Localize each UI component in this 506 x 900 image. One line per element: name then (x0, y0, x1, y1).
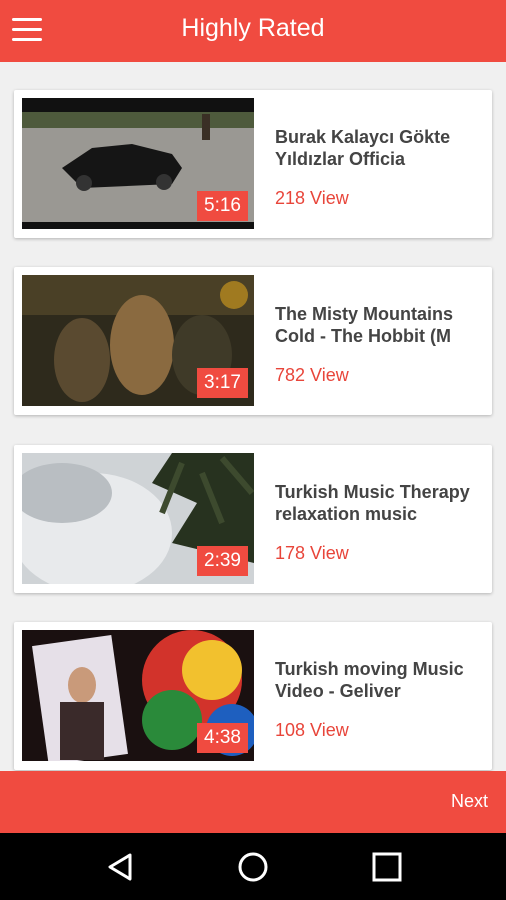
video-card[interactable]: 5:16 Burak Kalaycı Gökte Yıldızlar Offic… (14, 90, 492, 238)
duration-badge: 2:39 (197, 546, 248, 576)
home-circle-icon[interactable] (237, 851, 269, 883)
video-thumbnail[interactable]: 2:39 (22, 453, 254, 584)
video-title-line-2: Cold - The Hobbit (M (275, 326, 451, 346)
system-nav-bar (0, 833, 506, 900)
video-title-line-2: relaxation music (275, 504, 418, 524)
video-list[interactable]: 5:16 Burak Kalaycı Gökte Yıldızlar Offic… (0, 62, 506, 772)
duration-badge: 4:38 (197, 723, 248, 753)
next-button[interactable]: Next (451, 791, 488, 812)
video-title-line-1: The Misty Mountains (275, 304, 454, 324)
view-count: 218 View (275, 188, 349, 208)
recents-square-icon[interactable] (371, 851, 403, 883)
video-card[interactable]: 4:38 Turkish moving Music Video - Gelive… (14, 622, 492, 770)
video-title: Turkish Music Therapy relaxation music (275, 481, 487, 525)
view-count: 178 View (275, 543, 349, 563)
video-title-line-1: Burak Kalaycı Gökte (275, 127, 451, 147)
duration-badge: 5:16 (197, 191, 248, 221)
app-bar: Highly Rated (0, 0, 506, 62)
bottom-bar: Next (0, 771, 506, 833)
video-thumbnail[interactable]: 4:38 (22, 630, 254, 761)
back-triangle-icon[interactable] (104, 851, 136, 883)
video-title-line-2: Yıldızlar Officia (275, 149, 406, 169)
video-thumbnail[interactable]: 5:16 (22, 98, 254, 229)
view-count: 782 View (275, 365, 349, 385)
video-card[interactable]: 3:17 The Misty Mountains Cold - The Hobb… (14, 267, 492, 415)
video-title: The Misty Mountains Cold - The Hobbit (M (275, 303, 487, 347)
video-title: Turkish moving Music Video - Geliver (275, 658, 487, 702)
video-thumbnail[interactable]: 3:17 (22, 275, 254, 406)
video-title: Burak Kalaycı Gökte Yıldızlar Officia (275, 126, 487, 170)
video-title-line-1: Turkish Music Therapy (275, 482, 470, 502)
video-title-line-2: Video - Geliver (275, 681, 401, 701)
view-count: 108 View (275, 720, 349, 740)
video-card[interactable]: 2:39 Turkish Music Therapy relaxation mu… (14, 445, 492, 593)
duration-badge: 3:17 (197, 368, 248, 398)
video-title-line-1: Turkish moving Music (275, 659, 464, 679)
page-title: Highly Rated (181, 14, 325, 42)
